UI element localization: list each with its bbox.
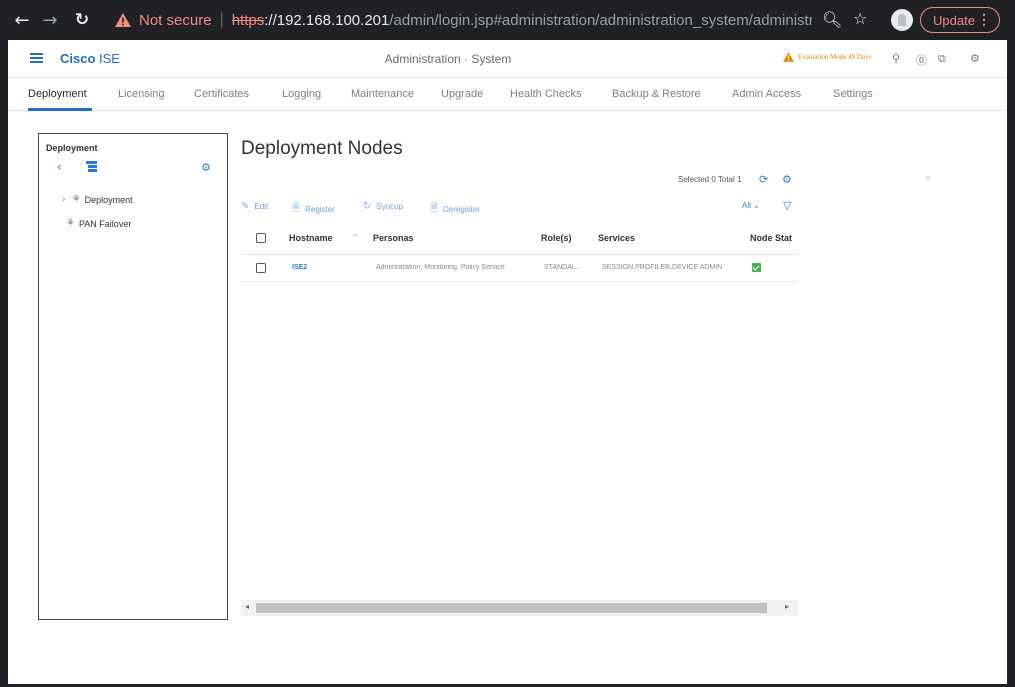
- column-node-status[interactable]: Node Stat: [750, 233, 798, 243]
- chevron-down-icon: ⌄: [753, 201, 760, 210]
- tab-maintenance[interactable]: Maintenance: [351, 88, 414, 100]
- tab-certificates[interactable]: Certificates: [194, 88, 249, 100]
- edit-label: Edit: [254, 202, 269, 211]
- forward-arrow-icon[interactable]: →: [36, 6, 64, 34]
- sync-icon: ↻: [363, 201, 372, 212]
- tree-item-deployment[interactable]: › ⚘ Deployment: [62, 194, 133, 205]
- browser-toolbar: ← → ↻ Not secure | https://192.168.100.2…: [0, 0, 1015, 40]
- tab-licensing[interactable]: Licensing: [118, 88, 164, 100]
- tree-item-pan-failover[interactable]: ⚘ PAN Failover: [66, 218, 131, 229]
- column-hostname[interactable]: Hostname: [289, 233, 333, 243]
- table-header: Hostname ^ Personas Role(s) Services Nod…: [241, 223, 798, 255]
- loading-indicator: [926, 176, 930, 180]
- edit-button[interactable]: ✎ Edit: [241, 201, 268, 212]
- scroll-left-icon[interactable]: ◂: [245, 602, 249, 611]
- update-button[interactable]: Update ⋮: [920, 7, 1000, 33]
- notifications-icon[interactable]: ⧉: [938, 52, 946, 66]
- nodes-icon: ⚘: [66, 218, 75, 229]
- filter-dropdown[interactable]: All ⌄: [742, 201, 760, 210]
- select-all-checkbox[interactable]: [256, 233, 266, 243]
- url-scheme: https: [231, 11, 265, 29]
- table-row[interactable]: ISE2 Administration, Monitoring, Policy …: [241, 256, 798, 282]
- refresh-icon[interactable]: ⟳: [759, 173, 768, 186]
- roles-cell: STANDAL...: [544, 264, 582, 271]
- bookmark-star-icon[interactable]: ☆: [853, 9, 867, 28]
- chevron-right-icon[interactable]: ›: [62, 195, 66, 205]
- sort-asc-icon[interactable]: ^: [352, 233, 359, 242]
- evaluation-notice[interactable]: Evaluation Mode 49 Days: [783, 52, 871, 62]
- row-checkbox[interactable]: [256, 263, 266, 273]
- profile-avatar[interactable]: [891, 9, 913, 31]
- personas-cell: Administration, Monitoring, Policy Servi…: [376, 264, 505, 271]
- horizontal-scrollbar[interactable]: ◂ ▸: [241, 600, 798, 616]
- tab-deployment[interactable]: Deployment: [28, 88, 87, 100]
- reload-icon[interactable]: ↻: [68, 6, 96, 34]
- scroll-right-icon[interactable]: ▸: [785, 602, 789, 611]
- column-services[interactable]: Services: [598, 233, 635, 243]
- deployment-tree-panel: Deployment ‹ ⚙ › ⚘ Deployment ⚘ PAN Fail…: [38, 133, 228, 620]
- deregister-button[interactable]: 🗎︎ Deregister: [430, 201, 480, 218]
- update-label: Update: [933, 12, 975, 28]
- column-personas[interactable]: Personas: [373, 233, 414, 243]
- nodes-icon: ⚘: [71, 194, 81, 205]
- help-icon[interactable]: ⓪: [916, 52, 927, 68]
- tab-admin-access[interactable]: Admin Access: [732, 88, 801, 100]
- tab-upgrade[interactable]: Upgrade: [441, 88, 483, 100]
- column-roles[interactable]: Role(s): [541, 233, 572, 243]
- section-title: Deployment Nodes: [241, 138, 403, 159]
- not-secure-label[interactable]: Not secure: [139, 12, 212, 29]
- tree-view-icon[interactable]: [86, 161, 97, 172]
- services-cell: SESSION,PROFILER,DEVICE ADMIN: [602, 264, 723, 271]
- zoom-icon[interactable]: 🔍︎: [822, 10, 842, 29]
- back-arrow-icon[interactable]: ←: [8, 6, 36, 34]
- collapse-chevron-icon[interactable]: ‹: [57, 160, 62, 174]
- menu-dots-icon: ⋮: [977, 11, 991, 27]
- gear-icon[interactable]: ⚙: [970, 52, 980, 65]
- panel-gear-icon[interactable]: ⚙: [201, 161, 211, 174]
- app-header: Cisco ISE Administration · System Evalua…: [8, 40, 1007, 78]
- warning-icon: [783, 52, 794, 62]
- panel-title: Deployment: [46, 143, 98, 153]
- register-label: Register: [305, 205, 335, 214]
- filter-dropdown-label: All: [742, 201, 751, 210]
- address-bar[interactable]: Not secure | https://192.168.100.201/adm…: [111, 5, 883, 35]
- document-icon: 🗎︎: [292, 203, 301, 214]
- tree-item-label: PAN Failover: [78, 218, 132, 229]
- tab-backup-restore[interactable]: Backup & Restore: [612, 88, 701, 100]
- url-host: ://192.168.100.201: [264, 11, 390, 29]
- url-text[interactable]: https://192.168.100.201/admin/login.jsp#…: [232, 12, 812, 29]
- syncup-label: Syncup: [376, 202, 404, 211]
- tab-logging[interactable]: Logging: [282, 88, 321, 100]
- active-tab-indicator: [28, 108, 92, 111]
- hostname-link[interactable]: ISE2: [292, 264, 307, 271]
- selection-count: Selected 0 Total 1: [678, 175, 742, 184]
- warning-icon: [115, 13, 131, 27]
- syncup-button[interactable]: ↻ Syncup: [363, 201, 403, 212]
- evaluation-text: Evaluation Mode 49 Days: [798, 53, 872, 61]
- pencil-icon: ✎: [241, 201, 250, 212]
- scrollbar-thumb[interactable]: [256, 603, 767, 613]
- tab-bar: Deployment Licensing Certificates Loggin…: [8, 78, 1007, 111]
- search-icon[interactable]: ⚲: [892, 52, 900, 65]
- document-icon: 🗎︎: [430, 203, 439, 214]
- filter-icon[interactable]: ▽: [783, 199, 791, 212]
- page: Cisco ISE Administration · System Evalua…: [8, 40, 1007, 684]
- deregister-label: Deregister: [443, 205, 480, 214]
- divider: |: [219, 11, 224, 28]
- page-title: Administration · System: [384, 52, 512, 66]
- tab-health-checks[interactable]: Health Checks: [510, 88, 582, 100]
- tree-item-label: Deployment: [84, 194, 133, 205]
- url-path: /admin/login.jsp#administration/administ…: [389, 11, 812, 29]
- table-settings-gear-icon[interactable]: ⚙: [782, 173, 792, 186]
- status-ok-icon: [752, 263, 761, 272]
- register-button[interactable]: 🗎︎ Register: [292, 201, 335, 218]
- tab-settings[interactable]: Settings: [833, 88, 873, 100]
